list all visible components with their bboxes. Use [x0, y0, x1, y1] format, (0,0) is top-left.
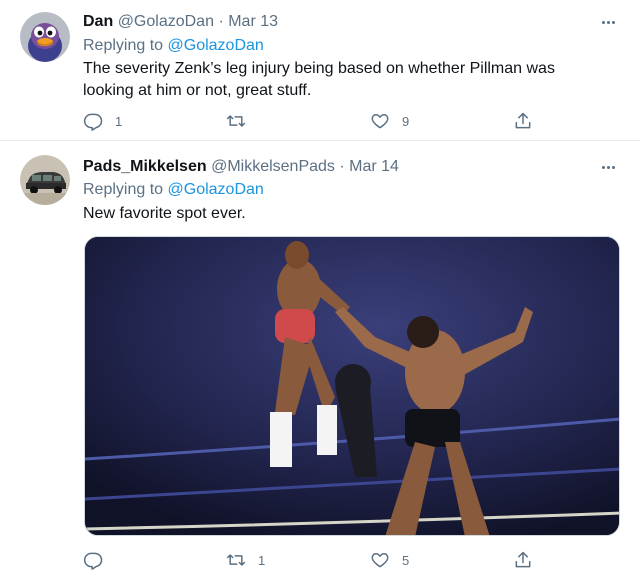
tweet-header: Dan @GolazoDan · Mar 13 [83, 12, 278, 32]
user-handle[interactable]: @MikkelsenPads [211, 158, 335, 175]
tweet-pads-mikkelsen[interactable]: Pads_Mikkelsen @MikkelsenPads · Mar 14 R… [0, 142, 640, 577]
separator-dot: · [218, 13, 224, 30]
replying-to: Replying to @GolazoDan [83, 36, 264, 56]
tweet-header: Pads_Mikkelsen @MikkelsenPads · Mar 14 [83, 157, 399, 177]
retweet-button[interactable]: 1 [226, 549, 265, 571]
like-button[interactable]: 9 [370, 110, 409, 132]
more-icon[interactable] [598, 157, 618, 177]
avatar[interactable] [20, 155, 70, 205]
retweet-count: 1 [258, 552, 266, 568]
tweet-dan[interactable]: Dan @GolazoDan · Mar 13 Replying to @Gol… [0, 0, 640, 141]
avatar[interactable] [20, 12, 70, 62]
replying-prefix: Replying to [83, 181, 164, 198]
reply-icon [83, 552, 103, 570]
display-name[interactable]: Dan [83, 13, 113, 30]
share-icon [515, 551, 531, 568]
car-avatar-icon [20, 155, 70, 205]
replying-to-link[interactable]: @GolazoDan [168, 181, 264, 198]
like-count: 5 [402, 552, 410, 568]
like-count: 9 [402, 113, 410, 129]
retweet-icon [226, 554, 246, 566]
reply-button[interactable] [83, 549, 115, 571]
display-name[interactable]: Pads_Mikkelsen [83, 158, 207, 175]
share-button[interactable] [513, 549, 533, 571]
reply-icon [83, 113, 103, 131]
retweet-icon [226, 115, 246, 127]
tweet-text: The severity Zenk’s leg injury being bas… [83, 60, 555, 99]
separator-dot: · [339, 158, 345, 175]
share-button[interactable] [513, 110, 533, 132]
replying-to-link[interactable]: @GolazoDan [168, 37, 264, 54]
tweet-actions: 1 5 [83, 549, 543, 571]
tweet-media[interactable] [84, 236, 620, 536]
heart-icon [371, 553, 389, 568]
tweet-actions: 1 9 [83, 110, 543, 132]
wrestling-gif-image [85, 237, 619, 535]
reply-button[interactable]: 1 [83, 110, 122, 132]
like-button[interactable]: 5 [370, 549, 409, 571]
heart-icon [371, 114, 389, 129]
user-handle[interactable]: @GolazoDan [118, 13, 214, 30]
tweet-date[interactable]: Mar 13 [228, 13, 278, 30]
retweet-button[interactable] [226, 110, 258, 132]
more-icon[interactable] [598, 12, 618, 32]
tweet-date[interactable]: Mar 14 [349, 158, 399, 175]
duck-character-avatar-icon [20, 12, 70, 62]
tweet-text: New favorite spot ever. [83, 205, 246, 222]
replying-to: Replying to @GolazoDan [83, 180, 264, 200]
reply-count: 1 [115, 113, 123, 129]
replying-prefix: Replying to [83, 37, 164, 54]
share-icon [515, 112, 531, 129]
